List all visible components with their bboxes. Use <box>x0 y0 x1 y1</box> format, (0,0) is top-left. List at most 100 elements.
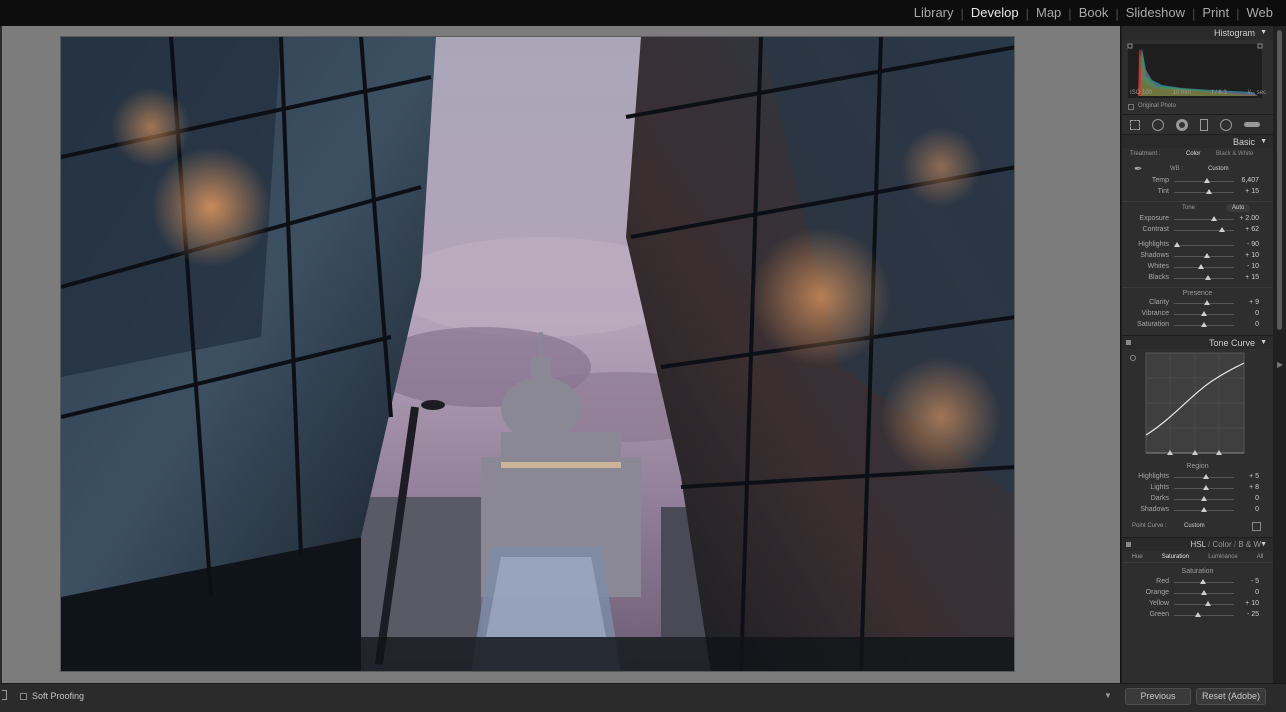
view-mode-icon[interactable] <box>2 690 7 700</box>
crop-icon[interactable] <box>1130 119 1140 130</box>
tab-saturation[interactable]: Saturation <box>1162 554 1189 560</box>
soft-proofing-checkbox[interactable] <box>20 692 27 700</box>
hsl-title[interactable]: HSL <box>1191 540 1206 549</box>
red-slider-thumb[interactable] <box>1199 579 1206 584</box>
temp-value[interactable]: 6,407 <box>1241 177 1259 184</box>
darks-value[interactable]: 0 <box>1255 495 1259 502</box>
treatment-color-option[interactable]: Color <box>1186 151 1200 157</box>
tint-value[interactable]: + 15 <box>1245 188 1259 195</box>
whites-slider-track[interactable] <box>1174 267 1234 268</box>
photo-canvas[interactable] <box>2 26 1120 683</box>
collapse-triangle-icon[interactable]: ▼ <box>1260 339 1267 346</box>
panel-switch-icon[interactable] <box>1126 542 1131 547</box>
temp-slider-thumb[interactable] <box>1204 178 1210 183</box>
wb-preset-select[interactable]: Custom <box>1208 166 1229 172</box>
saturation-value[interactable]: 0 <box>1255 321 1259 328</box>
collapse-triangle-icon[interactable]: ▼ <box>1260 138 1267 145</box>
tint-slider-track[interactable] <box>1174 192 1234 193</box>
color-title[interactable]: Color <box>1213 540 1232 549</box>
hsl-slider-row: Orange 0 <box>1122 588 1273 599</box>
tab-all[interactable]: All <box>1257 554 1264 560</box>
soft-proofing-toggle[interactable]: Soft Proofing <box>20 691 84 701</box>
original-photo-row[interactable]: Original Photo <box>1122 102 1273 114</box>
auto-tone-button[interactable]: Auto <box>1226 204 1251 212</box>
collapse-triangle-icon[interactable]: ▼ <box>1260 541 1267 548</box>
blacks-slider-track[interactable] <box>1174 278 1234 279</box>
saturation-slider-thumb[interactable] <box>1201 322 1207 327</box>
whites-value[interactable]: - 10 <box>1247 263 1259 270</box>
highlights-slider-thumb[interactable] <box>1174 242 1180 247</box>
highlights-value[interactable]: + 5 <box>1249 473 1259 480</box>
shadows-slider-thumb[interactable] <box>1204 253 1210 258</box>
histogram[interactable]: ISO 100 10 mm f / 6.3 ¹⁄₁₀ sec <box>1122 40 1273 102</box>
highlights-slider-track[interactable] <box>1174 245 1234 246</box>
histogram-header[interactable]: Histogram ▼ <box>1122 26 1273 40</box>
treatment-row: Treatment : Color Black & White <box>1122 148 1273 162</box>
exposure-slider-thumb[interactable] <box>1211 216 1218 221</box>
collapse-triangle-icon[interactable]: ▼ <box>1260 29 1267 36</box>
photo-preview[interactable] <box>60 36 1015 672</box>
hsl-header[interactable]: HSL / Color / B & W ▼ <box>1122 537 1273 551</box>
module-web[interactable]: Web <box>1240 5 1281 21</box>
exposure-value[interactable]: + 2.00 <box>1239 215 1259 222</box>
highlights-slider-thumb[interactable] <box>1202 474 1209 479</box>
edit-point-curve-icon[interactable] <box>1252 522 1261 531</box>
right-panel-scrollbar[interactable]: ▶ <box>1273 26 1286 683</box>
eyedropper-icon[interactable]: ✒ <box>1134 164 1142 175</box>
previous-button[interactable]: Previous <box>1125 688 1191 705</box>
module-slideshow[interactable]: Slideshow <box>1119 5 1192 21</box>
highlights-value[interactable]: - 90 <box>1247 241 1259 248</box>
tab-luminance[interactable]: Luminance <box>1208 554 1237 560</box>
graduated-filter-icon[interactable] <box>1200 118 1208 131</box>
blacks-slider-thumb[interactable] <box>1205 275 1212 280</box>
target-adjust-icon[interactable] <box>1130 355 1136 361</box>
panel-collapse-arrow-icon[interactable]: ▶ <box>1277 360 1283 369</box>
tone-curve-header[interactable]: Tone Curve ▼ <box>1122 335 1273 349</box>
basic-header[interactable]: Basic ▼ <box>1122 134 1273 148</box>
lights-slider-thumb[interactable] <box>1203 485 1210 490</box>
orange-slider-thumb[interactable] <box>1201 590 1207 595</box>
spot-removal-icon[interactable] <box>1152 118 1164 131</box>
original-photo-checkbox[interactable] <box>1128 104 1134 110</box>
panel-switch-icon[interactable] <box>1126 340 1131 345</box>
tab-hue[interactable]: Hue <box>1132 554 1143 560</box>
green-value[interactable]: - 25 <box>1247 611 1259 618</box>
darks-slider-thumb[interactable] <box>1201 496 1207 501</box>
blacks-value[interactable]: + 15 <box>1245 274 1259 281</box>
treatment-bw-option[interactable]: Black & White <box>1216 151 1253 157</box>
clarity-value[interactable]: + 9 <box>1249 299 1259 306</box>
tint-slider-thumb[interactable] <box>1205 189 1212 194</box>
lights-value[interactable]: + 8 <box>1249 484 1259 491</box>
module-book[interactable]: Book <box>1072 5 1116 21</box>
shadows-value[interactable]: + 10 <box>1245 252 1259 259</box>
module-print[interactable]: Print <box>1195 5 1236 21</box>
orange-value[interactable]: 0 <box>1255 589 1259 596</box>
module-library[interactable]: Library <box>907 5 961 21</box>
contrast-slider-track[interactable] <box>1174 230 1234 231</box>
point-curve-select[interactable]: Custom <box>1184 523 1205 529</box>
whites-slider-thumb[interactable] <box>1198 264 1204 269</box>
red-value[interactable]: - 5 <box>1251 578 1259 585</box>
green-slider-thumb[interactable] <box>1195 612 1201 617</box>
toolbar-options-dropdown-icon[interactable]: ▼ <box>1104 691 1112 700</box>
clarity-slider-thumb[interactable] <box>1204 300 1210 305</box>
module-develop[interactable]: Develop <box>964 5 1026 21</box>
scrollbar-thumb[interactable] <box>1277 30 1282 330</box>
reset-button[interactable]: Reset (Adobe) <box>1196 688 1266 705</box>
red-eye-icon[interactable] <box>1176 118 1188 131</box>
yellow-slider-thumb[interactable] <box>1204 601 1211 606</box>
contrast-value[interactable]: + 62 <box>1245 226 1259 233</box>
shadows-value[interactable]: 0 <box>1255 506 1259 513</box>
shadows-slider-thumb[interactable] <box>1201 507 1207 512</box>
adjustment-brush-icon[interactable] <box>1244 122 1260 127</box>
exposure-slider-track[interactable] <box>1174 219 1234 220</box>
green-slider-track[interactable] <box>1174 615 1234 616</box>
vibrance-slider-thumb[interactable] <box>1201 311 1207 316</box>
tone-curve-graph[interactable] <box>1122 349 1273 461</box>
yellow-value[interactable]: + 10 <box>1245 600 1259 607</box>
vibrance-value[interactable]: 0 <box>1255 310 1259 317</box>
contrast-slider-thumb[interactable] <box>1219 227 1225 232</box>
radial-filter-icon[interactable] <box>1220 118 1232 131</box>
bw-title[interactable]: B & W <box>1238 540 1261 549</box>
module-map[interactable]: Map <box>1029 5 1068 21</box>
